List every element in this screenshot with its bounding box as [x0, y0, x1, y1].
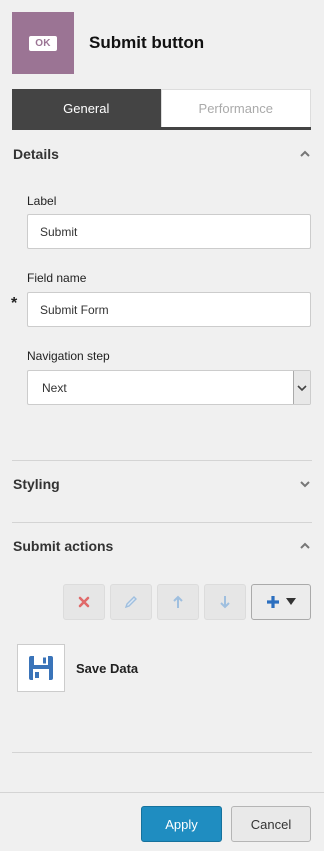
- chevron-down-icon[interactable]: [293, 371, 310, 404]
- details-section-title: Details: [13, 146, 59, 162]
- details-section-header[interactable]: Details: [13, 146, 311, 162]
- tab-general[interactable]: General: [12, 89, 161, 127]
- panel-title: Submit button: [89, 33, 205, 52]
- submit-action-item[interactable]: Save Data: [17, 644, 138, 692]
- caret-down-icon: [286, 598, 296, 605]
- submit-actions-section-header[interactable]: Submit actions: [13, 538, 311, 554]
- divider: [12, 752, 312, 753]
- move-up-button[interactable]: [157, 584, 199, 620]
- field-name-input[interactable]: Submit Form: [27, 292, 311, 327]
- label-field-label: Label: [27, 194, 57, 208]
- submit-actions-section-title: Submit actions: [13, 538, 114, 554]
- tab-performance[interactable]: Performance: [160, 89, 311, 127]
- divider: [12, 522, 312, 523]
- submit-action-label: Save Data: [76, 660, 139, 676]
- apply-button[interactable]: Apply: [141, 806, 222, 842]
- navigation-step-label: Navigation step: [27, 349, 110, 363]
- required-marker: *: [11, 295, 18, 312]
- styling-section-title: Styling: [13, 476, 60, 492]
- styling-section-header[interactable]: Styling: [13, 476, 311, 492]
- move-down-button[interactable]: [204, 584, 246, 620]
- submit-button-type-icon: OK: [12, 12, 74, 74]
- label-input[interactable]: Submit: [27, 214, 311, 249]
- navigation-step-value: Next: [42, 380, 67, 395]
- field-name-label: Field name: [27, 271, 87, 285]
- cancel-button[interactable]: Cancel: [231, 806, 311, 842]
- delete-icon: [78, 596, 90, 608]
- header: OK Submit button: [12, 12, 312, 74]
- ok-badge: OK: [29, 35, 57, 51]
- add-action-dropdown-button[interactable]: [251, 584, 311, 620]
- delete-action-button[interactable]: [63, 584, 105, 620]
- plus-icon: [267, 596, 279, 608]
- save-icon: [17, 644, 65, 692]
- tab-bar: General Performance: [12, 89, 311, 130]
- chevron-up-icon: [300, 150, 310, 157]
- footer: Apply Cancel: [0, 792, 324, 851]
- pencil-icon: [124, 596, 137, 609]
- arrow-down-icon: [220, 596, 230, 609]
- divider: [12, 460, 312, 461]
- navigation-step-select[interactable]: Next: [27, 370, 311, 405]
- chevron-down-icon: [300, 481, 310, 488]
- edit-action-button[interactable]: [110, 584, 152, 620]
- arrow-up-icon: [173, 595, 183, 608]
- chevron-up-icon: [300, 542, 310, 549]
